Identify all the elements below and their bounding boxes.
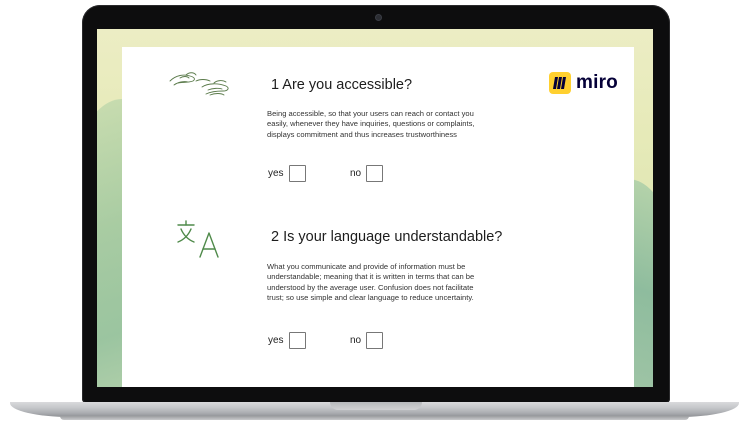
hands-icon: [169, 72, 229, 96]
question-1-description: Being accessible, so that your users can…: [267, 109, 475, 139]
laptop-lid-notch: [330, 402, 422, 410]
yes-label: yes: [268, 168, 284, 179]
miro-logo-mark-icon: [549, 72, 571, 94]
no-checkbox[interactable]: [366, 332, 384, 349]
no-label: no: [350, 335, 362, 346]
question-1-yes-option[interactable]: yes: [268, 165, 306, 182]
question-1-title: 1 Are you accessible?: [271, 77, 413, 93]
question-2-description: What you communicate and provide of info…: [267, 262, 475, 303]
question-2-yes-option[interactable]: yes: [268, 332, 306, 349]
laptop-mockup: 1 Are you accessible? Being accessible, …: [0, 0, 749, 431]
question-1-no-option[interactable]: no: [350, 165, 384, 182]
webcam: [376, 15, 381, 20]
yes-checkbox[interactable]: [288, 332, 306, 349]
translate-icon: [177, 220, 219, 258]
laptop-screen: 1 Are you accessible? Being accessible, …: [97, 29, 653, 387]
no-checkbox[interactable]: [366, 165, 384, 182]
laptop-base-edge: [60, 416, 689, 420]
question-2-title: 2 Is your language understandable?: [271, 229, 503, 245]
yes-label: yes: [268, 335, 284, 346]
miro-board-card: 1 Are you accessible? Being accessible, …: [122, 47, 634, 387]
question-2-no-option[interactable]: no: [350, 332, 384, 349]
miro-logo-text: miro: [576, 72, 618, 93]
yes-checkbox[interactable]: [288, 165, 306, 182]
no-label: no: [350, 168, 362, 179]
miro-logo: miro: [549, 69, 618, 97]
